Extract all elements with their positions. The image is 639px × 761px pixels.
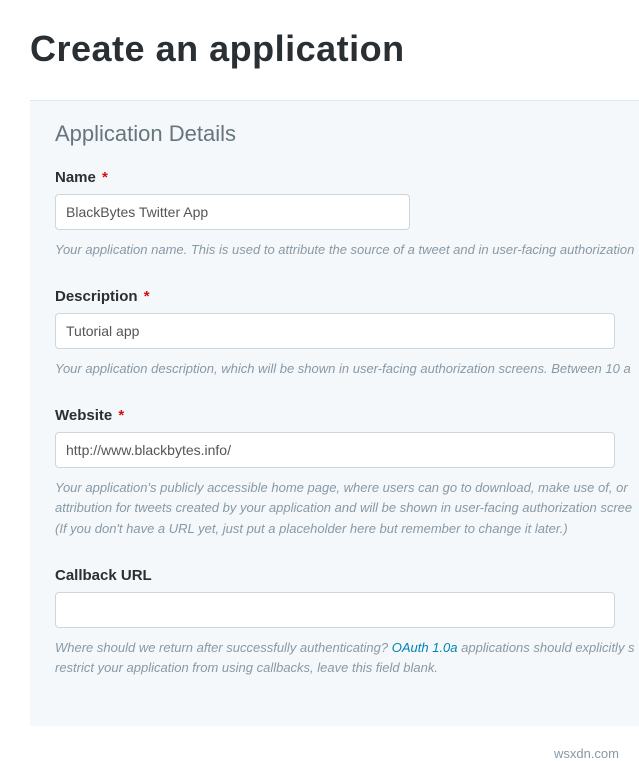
callback-field-group: Callback URL Where should we return afte… [55,567,639,678]
callback-label-text: Callback URL [55,567,152,584]
footer-text: wsxdn.com [0,746,639,761]
name-field-group: Name * Your application name. This is us… [55,169,639,260]
name-label-text: Name [55,169,96,186]
name-help-text: Your application name. This is used to a… [55,240,639,260]
website-label-text: Website [55,407,112,424]
section-title: Application Details [55,121,639,147]
description-help-text: Your application description, which will… [55,359,639,379]
required-asterisk: * [118,407,124,424]
callback-help-before: Where should we return after successfull… [55,640,392,655]
required-asterisk: * [102,169,108,186]
callback-help-after: applications should explicitly s [458,640,635,655]
description-label-text: Description [55,288,138,305]
callback-help-text: Where should we return after successfull… [55,638,639,678]
website-label: Website * [55,407,639,424]
oauth-link[interactable]: OAuth 1.0a [392,640,458,655]
callback-label: Callback URL [55,567,639,584]
callback-input[interactable] [55,592,615,628]
website-help-line1: Your application's publicly accessible h… [55,480,628,495]
required-asterisk: * [144,288,150,305]
description-input[interactable] [55,313,615,349]
name-input[interactable] [55,194,410,230]
website-help-line2: attribution for tweets created by your a… [55,500,632,515]
page-title: Create an application [30,28,639,70]
website-help-text: Your application's publicly accessible h… [55,478,639,538]
website-help-line3: (If you don't have a URL yet, just put a… [55,521,568,536]
description-label: Description * [55,288,639,305]
callback-help-line2: restrict your application from using cal… [55,660,438,675]
name-label: Name * [55,169,639,186]
website-input[interactable] [55,432,615,468]
website-field-group: Website * Your application's publicly ac… [55,407,639,538]
description-field-group: Description * Your application descripti… [55,288,639,379]
application-details-panel: Application Details Name * Your applicat… [30,100,639,726]
